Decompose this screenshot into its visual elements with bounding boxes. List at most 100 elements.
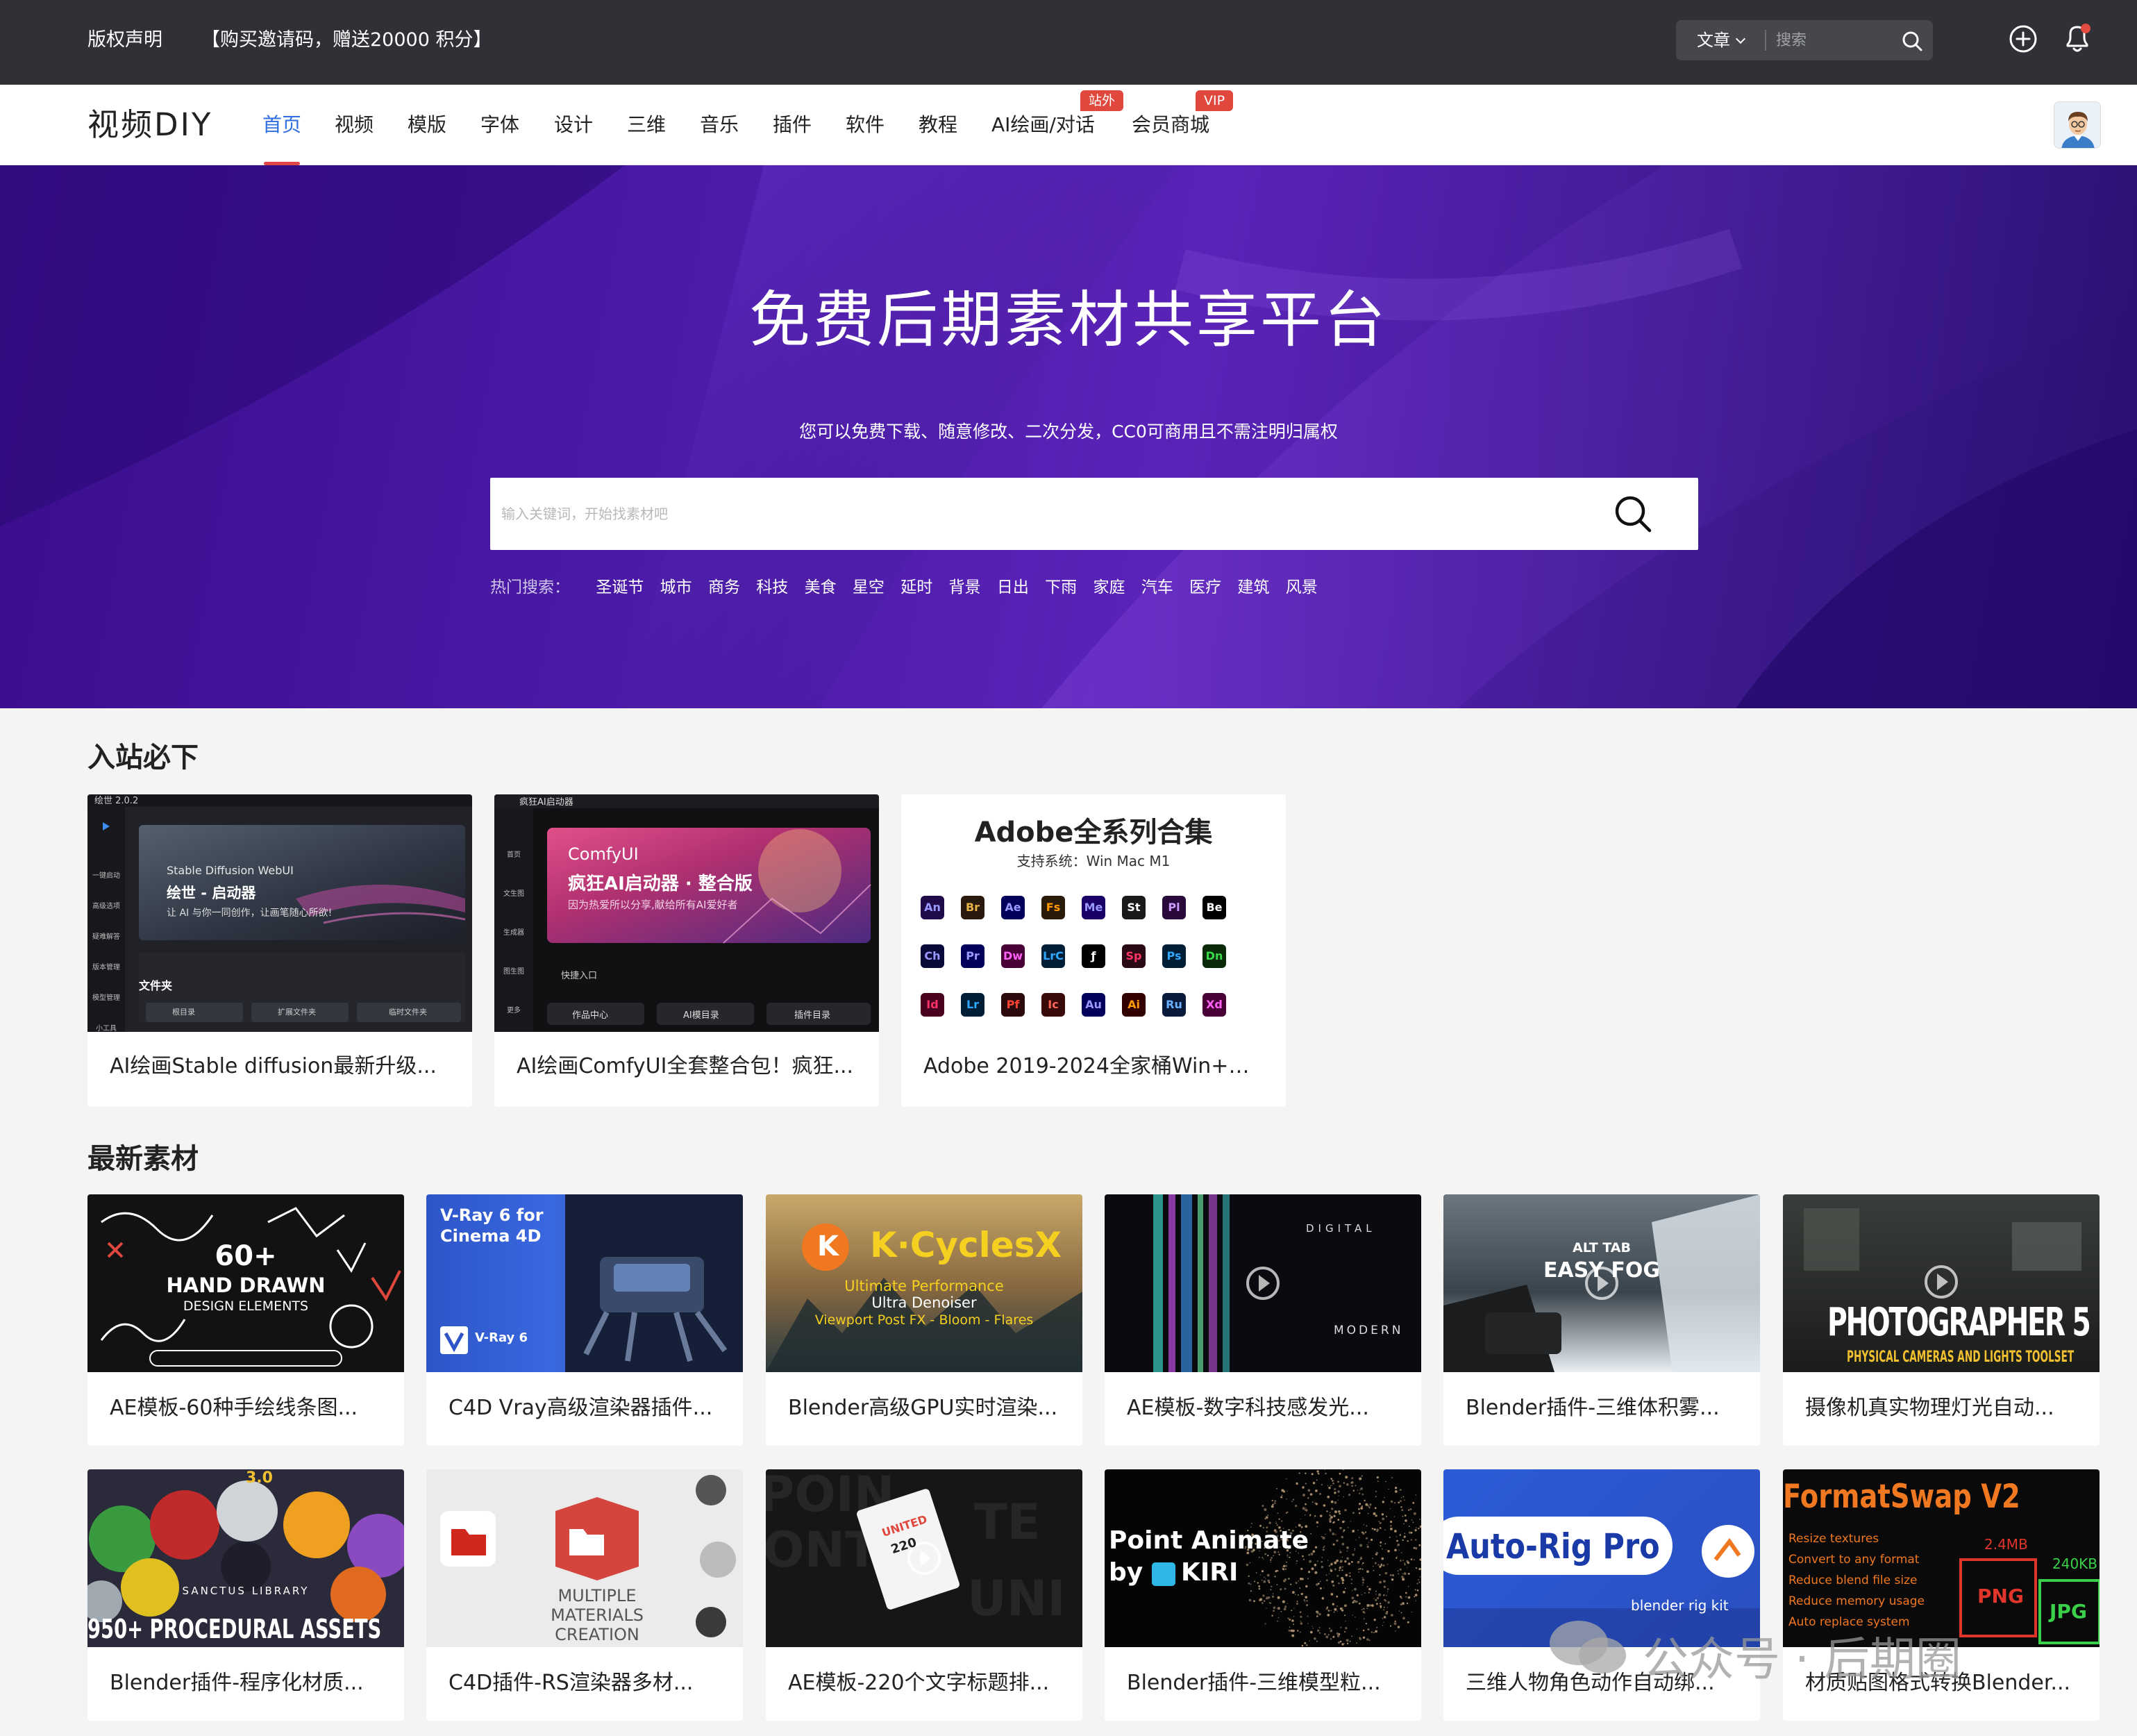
must-card-3[interactable]: Adobe全系列合集 支持系统：Win Mac M1 An Br Ae Fs Me St P… [901,794,1286,1107]
card-title[interactable]: Blender插件-三维体积雾... [1466,1390,1739,1421]
site-logo[interactable]: 视频DIY [87,85,212,165]
nav-item-video[interactable]: 视频 [335,85,374,165]
particle [1271,1585,1273,1587]
hero-search-input[interactable] [501,492,1598,536]
hot-search-item[interactable]: 日出 [997,578,1029,596]
hot-search-item[interactable]: 风景 [1286,578,1318,596]
particle [1348,1572,1350,1574]
nav-item-3d[interactable]: 三维 [627,85,666,165]
nav-item-ai[interactable]: AI绘画/对话 [991,85,1095,165]
search-category-select[interactable]: 文章 [1697,20,1746,60]
hot-search-item[interactable]: 家庭 [1093,578,1125,596]
particle [1397,1570,1399,1572]
card-thumbnail[interactable]: Point Animate by KIRI [1105,1469,1421,1647]
particle [1361,1505,1363,1508]
latest-card-4[interactable]: DIGITAL MODERN AE模板-数字科技感发光... [1105,1194,1421,1446]
card-thumbnail[interactable]: V-Ray 6 for Cinema 4D V-Ray 6 [426,1194,743,1372]
particle [1341,1582,1344,1584]
particle [1330,1629,1333,1633]
hot-search-item[interactable]: 星空 [853,578,885,596]
particle [1400,1560,1402,1562]
nav-item-design[interactable]: 设计 [554,85,593,165]
particle [1394,1530,1397,1533]
search-icon[interactable] [1901,30,1923,52]
card-thumbnail[interactable]: ALT TAB EASY FOG [1443,1194,1760,1372]
hot-search-item[interactable]: 建筑 [1237,578,1269,596]
nav-item-software[interactable]: 软件 [846,85,885,165]
nav-item-plugins[interactable]: 插件 [773,85,812,165]
hot-search-item[interactable]: 汽车 [1141,578,1173,596]
card-title[interactable]: AE模板-220个文字标题排... [788,1665,1062,1696]
promo-link[interactable]: 【购买邀请码，赠送20000 积分】 [201,0,492,85]
particle [1400,1597,1402,1599]
particle [1257,1582,1259,1584]
card-title[interactable]: Blender插件-程序化材质... [110,1665,383,1696]
card-thumbnail[interactable]: 60+ HAND DRAWN DESIGN ELEMENTS [87,1194,404,1372]
latest-card-8[interactable]: MULTIPLE MATERIALS CREATION C4D插件-RS渲染器多… [426,1469,743,1721]
card-title[interactable]: AE模板-数字科技感发光... [1127,1390,1400,1421]
latest-card-2[interactable]: V-Ray 6 for Cinema 4D V-Ray 6 C4D Vray高级… [426,1194,743,1446]
must-card-2[interactable]: 疯狂AI启动器 ComfyUI 疯狂AI启动器 · 整合版 因为热爱所以分享,献… [494,794,879,1107]
card-thumbnail[interactable]: 3.0 SANCTUS LIBRARY 950+ PROCEDURAL ASSE… [87,1469,404,1647]
card-thumbnail[interactable]: PHOTOGRAPHER 5 PHYSICAL CAMERAS AND LIGH… [1783,1194,2100,1372]
particle [1292,1499,1295,1501]
nav-item-music[interactable]: 音乐 [700,85,739,165]
card-thumbnail[interactable]: POIN IONT TE UNI UNITED 220 [766,1469,1082,1647]
card-thumbnail[interactable]: MULTIPLE MATERIALS CREATION [426,1469,743,1647]
hero-title: 免费后期素材共享平台 [748,284,1388,356]
hot-search-item[interactable]: 下雨 [1045,578,1077,596]
particle [1262,1594,1265,1597]
card-thumbnail[interactable]: Adobe全系列合集 支持系统：Win Mac M1 An Br Ae Fs Me St P… [901,794,1286,1032]
nav-item-home[interactable]: 首页 [262,85,301,165]
card-thumbnail[interactable]: DIGITAL MODERN [1105,1194,1421,1372]
card-thumbnail[interactable]: FormatSwap V2 Resize textures Convert to… [1783,1469,2100,1647]
particle [1352,1512,1355,1514]
thumb-text: PNG [1977,1585,2024,1608]
particle [1309,1560,1311,1563]
particle [1382,1564,1385,1567]
particle [1344,1614,1346,1617]
nav-item-tutorials[interactable]: 教程 [919,85,957,165]
copyright-link[interactable]: 版权声明 [87,0,162,85]
hot-search-item[interactable]: 美食 [805,578,837,596]
card-thumbnail[interactable]: 绘世 2.0.2 Stable Diffusion WebUI 绘世 - 启动器… [87,794,472,1032]
card-title[interactable]: C4D Vray高级渲染器插件... [449,1390,722,1421]
latest-card-9[interactable]: POIN IONT TE UNI UNITED 220 AE模板-220个文字标… [766,1469,1082,1721]
hot-search-item[interactable]: 商务 [708,578,740,596]
particle [1352,1614,1353,1616]
top-search-input[interactable] [1776,26,1901,54]
particle [1302,1507,1305,1510]
card-title[interactable]: Blender高级GPU实时渲染... [788,1390,1062,1421]
hot-search-item[interactable]: 城市 [660,578,692,596]
latest-card-7[interactable]: 3.0 SANCTUS LIBRARY 950+ PROCEDURAL ASSE… [87,1469,404,1721]
card-thumbnail[interactable]: 疯狂AI启动器 ComfyUI 疯狂AI启动器 · 整合版 因为热爱所以分享,献… [494,794,879,1032]
hot-search-item[interactable]: 科技 [756,578,788,596]
add-icon[interactable] [2008,24,2038,54]
must-card-1[interactable]: 绘世 2.0.2 Stable Diffusion WebUI 绘世 - 启动器… [87,794,472,1107]
card-title[interactable]: C4D插件-RS渲染器多材... [449,1665,722,1696]
latest-card-6[interactable]: PHOTOGRAPHER 5 PHYSICAL CAMERAS AND LIGH… [1783,1194,2100,1446]
latest-card-3[interactable]: K K·CyclesX Ultimate Performance Ultra D… [766,1194,1082,1446]
hot-search-item[interactable]: 延时 [900,578,932,596]
card-title[interactable]: AE模板-60种手绘线条图... [110,1390,383,1421]
latest-card-1[interactable]: 60+ HAND DRAWN DESIGN ELEMENTS AE模板-60种手… [87,1194,404,1446]
card-title[interactable]: AI绘画Stable diffusion最新升级... [110,1049,451,1079]
notification-bell-icon[interactable] [2062,21,2094,56]
particle [1306,1600,1308,1602]
avatar[interactable] [2054,101,2101,149]
hot-search-item[interactable]: 医疗 [1189,578,1221,596]
card-title[interactable]: AI绘画ComfyUI全套整合包！疯狂... [517,1049,858,1079]
particle [1406,1602,1409,1605]
hot-search-item[interactable]: 圣诞节 [596,578,644,596]
card-title[interactable]: 摄像机真实物理灯光自动... [1805,1390,2079,1421]
hot-search-item[interactable]: 背景 [949,578,981,596]
latest-card-10[interactable]: Point Animate by KIRI Blender插件-三维模型粒... [1105,1469,1421,1721]
search-icon[interactable] [1612,493,1654,535]
offsite-badge: 站外 [1080,90,1124,111]
card-title[interactable]: Adobe 2019-2024全家桶Win+M... [923,1049,1265,1079]
card-thumbnail[interactable]: K K·CyclesX Ultimate Performance Ultra D… [766,1194,1082,1372]
nav-item-templates[interactable]: 模版 [408,85,446,165]
nav-item-fonts[interactable]: 字体 [480,85,519,165]
card-title[interactable]: Blender插件-三维模型粒... [1127,1665,1400,1696]
latest-card-5[interactable]: ALT TAB EASY FOG Blender插件-三维体积雾... [1443,1194,1760,1446]
